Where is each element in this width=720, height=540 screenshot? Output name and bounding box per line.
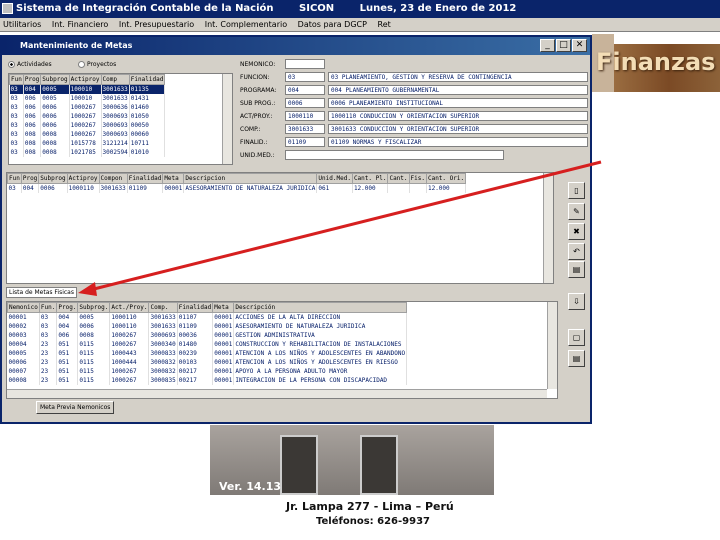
arrow-line: [89, 160, 602, 292]
annotation-arrow: [78, 160, 602, 296]
arrow-head: [78, 282, 97, 296]
